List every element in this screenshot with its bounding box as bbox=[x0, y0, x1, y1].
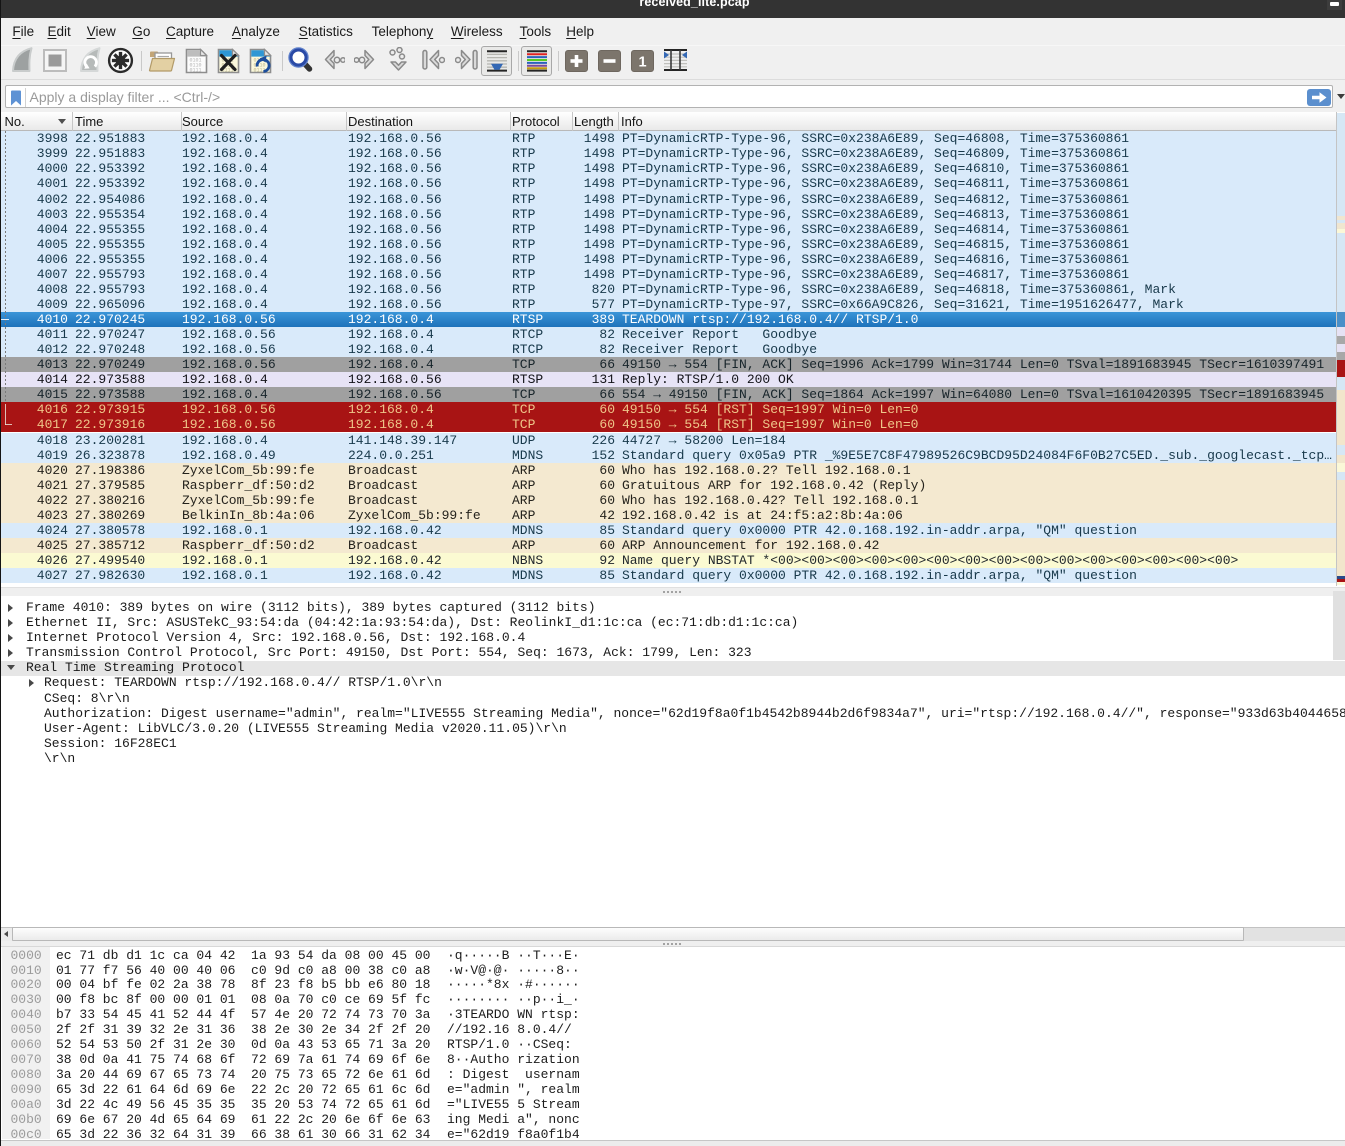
svg-text:1: 1 bbox=[638, 55, 646, 71]
svg-text:0111: 0111 bbox=[190, 68, 202, 74]
